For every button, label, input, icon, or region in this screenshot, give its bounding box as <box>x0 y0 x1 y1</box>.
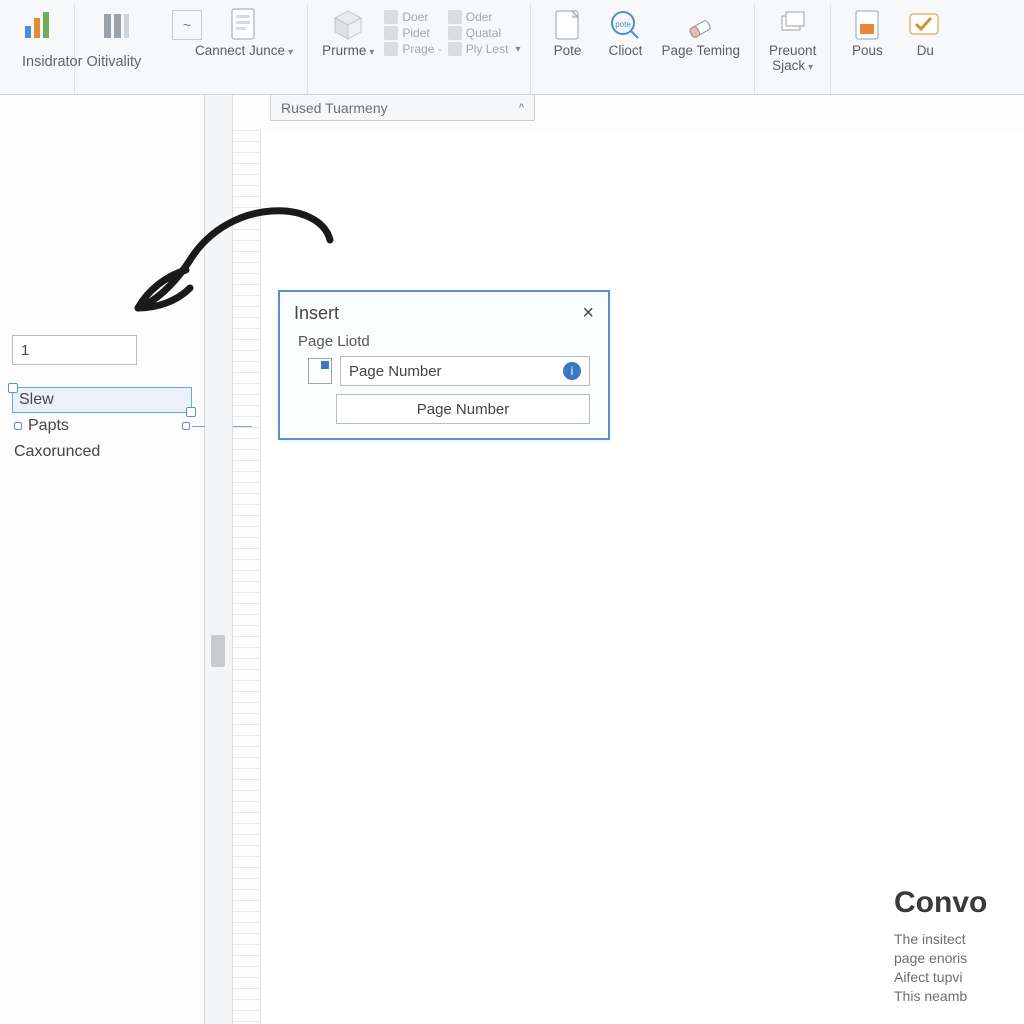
nav-item-label: Caxorunced <box>14 443 100 461</box>
mini-label: Pidet <box>402 26 429 40</box>
nav-list: Slew Papts Caxorunced <box>12 387 192 465</box>
doc-line: Aifect tupvi <box>894 968 1024 987</box>
prurme-button[interactable]: Prurme <box>318 6 378 61</box>
pote-label: Pote <box>554 44 582 59</box>
page-orange-icon <box>850 8 884 42</box>
page-doc-icon <box>308 358 332 384</box>
eraser-icon <box>684 8 718 42</box>
doc-line: The insitect <box>894 930 1024 949</box>
chevron-up-icon: ^ <box>519 102 524 114</box>
stack-icon <box>776 8 810 42</box>
doc-line: page enoris <box>894 949 1024 968</box>
mini-row-2[interactable]: Pidet <box>384 26 441 40</box>
du-button[interactable]: Du <box>899 6 951 61</box>
nav-item-label: Papts <box>28 417 69 435</box>
subribbon-dropdown[interactable]: Rused Tuarmeny ^ <box>270 95 535 121</box>
mini-label: Quatal <box>466 26 501 40</box>
pous-button[interactable]: Pous <box>841 6 893 61</box>
doc-heading: Convo <box>894 886 1024 920</box>
doc-line: This neamb <box>894 987 1024 1006</box>
page-number-button[interactable]: Page Number <box>336 394 590 424</box>
pous-label: Pous <box>852 44 883 59</box>
check-card-icon <box>908 8 942 42</box>
dialog-titlebar: Insert × <box>280 292 608 331</box>
vertical-ruler <box>233 130 261 1024</box>
mini-icon <box>384 10 398 24</box>
note-icon <box>550 8 584 42</box>
mini-label: Prage - <box>402 42 441 56</box>
page-number-input[interactable] <box>12 335 137 365</box>
ribbon-toolbar: ~ Insidrator Oitivality Cannect Junce Pr… <box>0 0 1024 95</box>
page-teming-button[interactable]: Page Teming <box>657 6 744 61</box>
prurme-label: Prurme <box>322 44 374 59</box>
search-target-icon: pote <box>608 8 642 42</box>
mini-label: Doer <box>402 10 428 24</box>
dialog-title: Insert <box>294 303 339 324</box>
svg-text:pote: pote <box>616 20 632 29</box>
nav-item-papts[interactable]: Papts <box>12 413 192 439</box>
ribbon-group-preuont: Preuont Sjack <box>755 4 831 94</box>
vertical-scroll-gutter[interactable] <box>205 95 233 1024</box>
columns-icon <box>100 8 134 42</box>
document-body-text: Convo The insitect page enoris Aifect tu… <box>894 886 1024 1006</box>
handle-icon <box>182 422 190 430</box>
insidrator-button[interactable] <box>12 6 64 46</box>
button-label: Page Number <box>417 401 510 418</box>
pote-button[interactable]: Pote <box>541 6 593 61</box>
mini-row-5[interactable]: Quatal <box>448 26 521 40</box>
nav-item-caxorunced[interactable]: Caxorunced <box>12 439 192 465</box>
nav-item-label: Slew <box>19 391 54 409</box>
mini-icon <box>448 42 462 56</box>
page-icon <box>227 8 261 42</box>
dialog-field-row: Page Number i <box>280 356 608 394</box>
field-label: Page Number <box>349 363 442 380</box>
connect-junce-button[interactable]: Cannect Junce <box>191 6 297 61</box>
mini-icon <box>384 42 398 56</box>
insert-dialog: Insert × Page Liotd Page Number i Page N… <box>278 290 610 440</box>
mini-icon <box>448 26 462 40</box>
navigation-panel: Slew Papts Caxorunced <box>0 95 205 1024</box>
close-icon[interactable]: × <box>582 302 594 325</box>
mini-icon <box>448 10 462 24</box>
nav-item-slew[interactable]: Slew <box>12 387 192 413</box>
mini-label: Oder <box>466 10 493 24</box>
mini-options-stack: Doer Pidet Prage - <box>384 10 441 56</box>
page-teming-label: Page Teming <box>661 44 740 59</box>
scroll-thumb[interactable] <box>211 635 225 667</box>
info-icon[interactable]: i <box>563 362 581 380</box>
du-label: Du <box>917 44 934 59</box>
mini-row-4[interactable]: Oder <box>448 10 521 24</box>
chart-icon <box>21 8 55 42</box>
ribbon-group-prurme: Prurme Doer Pidet Prage - Oder Quatal Pl… <box>308 4 531 94</box>
cube-icon <box>331 8 365 42</box>
handle-icon <box>14 422 22 430</box>
ribbon-group-pous: Pous Du <box>831 4 961 94</box>
misc-square-icon[interactable]: ~ <box>172 10 202 40</box>
ribbon-group-1-label: Insidrator Oitivality <box>22 54 141 70</box>
mini-label: Ply Lest <box>466 42 509 56</box>
ribbon-group-pote: Pote pote Clioct Page Teming <box>531 4 755 94</box>
mini-options-stack-2: Oder Quatal Ply Lest <box>448 10 521 56</box>
page-number-field[interactable]: Page Number i <box>340 356 590 386</box>
clioct-button[interactable]: pote Clioct <box>599 6 651 61</box>
clioct-label: Clioct <box>609 44 643 59</box>
preuont-label: Preuont Sjack <box>769 44 816 74</box>
mini-icon <box>384 26 398 40</box>
preuont-sjack-button[interactable]: Preuont Sjack <box>765 6 820 76</box>
mini-row-6[interactable]: Ply Lest <box>448 42 521 56</box>
mini-row-3[interactable]: Prage - <box>384 42 441 56</box>
ribbon-group-1: ~ Insidrator Oitivality <box>2 4 75 94</box>
connect-junce-label: Cannect Junce <box>195 44 293 59</box>
mini-row-1[interactable]: Doer <box>384 10 441 24</box>
subribbon-label: Rused Tuarmeny <box>281 100 388 116</box>
dialog-section-label: Page Liotd <box>280 331 608 356</box>
